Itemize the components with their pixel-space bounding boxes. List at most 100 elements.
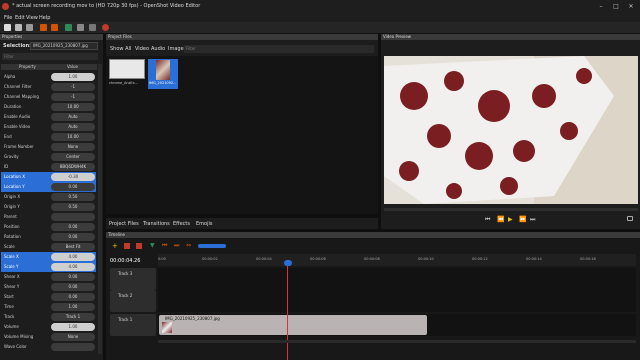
property-row[interactable]: Alpha 1.00 [1, 72, 96, 82]
property-value[interactable]: 1.00 [51, 323, 95, 331]
filter-video[interactable]: Video [135, 46, 149, 52]
import-files-icon[interactable] [65, 24, 72, 31]
property-row[interactable]: Location Y 0.00 [1, 182, 96, 192]
track-3-lane[interactable] [158, 268, 636, 290]
export-video-icon[interactable] [102, 24, 109, 31]
tab-project-files[interactable]: Project Files [109, 221, 139, 227]
file-thumbnail-chrome[interactable]: chrome_AnzEx... [109, 59, 145, 89]
property-value[interactable]: 10.00 [51, 103, 95, 111]
property-value[interactable]: None [51, 333, 95, 341]
property-value[interactable]: 0.00 [51, 283, 95, 291]
property-value[interactable]: Auto [51, 113, 95, 121]
property-row[interactable]: Enable Audio Auto [1, 112, 96, 122]
property-value[interactable]: 10.00 [51, 133, 95, 141]
property-row[interactable]: Scale X 4.00 [1, 252, 96, 262]
filter-audio[interactable]: Audio [151, 46, 165, 52]
add-marker-icon[interactable]: ▼ [150, 242, 155, 249]
property-row[interactable]: Wave Color [1, 342, 96, 352]
preview-scrub-bar[interactable] [384, 208, 638, 211]
property-value[interactable]: 0.00 [51, 273, 95, 281]
track-3-header[interactable]: Track 3 [110, 268, 156, 290]
new-project-icon[interactable] [4, 24, 11, 31]
property-value[interactable]: -1 [51, 83, 95, 91]
property-row[interactable]: Rotation 0.00 [1, 232, 96, 242]
property-value[interactable]: Track 1 [51, 313, 95, 321]
properties-filter-input[interactable]: Filter [2, 53, 98, 60]
property-value[interactable] [51, 213, 95, 221]
property-row[interactable]: Channel Mapping -1 [1, 92, 96, 102]
save-project-icon[interactable] [26, 24, 33, 31]
undo-icon[interactable] [40, 24, 47, 31]
property-value[interactable]: -1 [51, 93, 95, 101]
property-value[interactable]: Auto [51, 123, 95, 131]
properties-scrollbar[interactable] [98, 64, 102, 354]
property-row[interactable]: Parent [1, 212, 96, 222]
property-row[interactable]: Gravity Center [1, 152, 96, 162]
timeline-scrollbar[interactable] [158, 340, 636, 343]
menu-help[interactable]: Help [39, 15, 50, 21]
property-value[interactable]: 1.00 [51, 303, 95, 311]
property-value[interactable]: 0.50 [51, 203, 95, 211]
camera-icon[interactable] [627, 216, 633, 221]
fast-forward-icon[interactable]: ⏩ [519, 216, 526, 223]
jump-start-icon[interactable]: ⏮ [485, 216, 490, 224]
property-row[interactable]: Duration 10.00 [1, 102, 96, 112]
time-ruler[interactable]: 0:00 00:00:02 00:00:04 00:00:06 00:00:08… [158, 254, 636, 266]
property-value[interactable]: -0.30 [51, 173, 95, 181]
timeline-clip[interactable]: IMG_20210925_230807.jpg [159, 315, 427, 335]
property-row[interactable]: ID 8BQ6DWH4K [1, 162, 96, 172]
add-track-icon[interactable]: + [112, 242, 118, 250]
property-value[interactable]: Center [51, 153, 95, 161]
property-row[interactable]: Time 1.00 [1, 302, 96, 312]
snapping-icon[interactable] [124, 243, 130, 249]
razor-icon[interactable] [136, 243, 142, 249]
file-thumbnail-img[interactable]: IMG_2021092... [148, 59, 178, 89]
menu-edit[interactable]: Edit [15, 15, 25, 21]
open-project-icon[interactable] [15, 24, 22, 31]
zoom-slider[interactable] [198, 244, 226, 248]
filter-show-all[interactable]: Show All [110, 46, 131, 52]
rewind-icon[interactable]: ⏪ [497, 216, 504, 223]
property-value[interactable]: 0.50 [51, 193, 95, 201]
property-value[interactable]: Best Fit [51, 243, 95, 251]
previous-marker-icon[interactable]: ⏮ [162, 242, 167, 250]
track-2-lane[interactable] [158, 290, 636, 312]
track-2-header[interactable]: Track 2 [110, 290, 156, 312]
property-row[interactable]: Scale Y 4.00 [1, 262, 96, 272]
fullscreen-icon[interactable] [89, 24, 96, 31]
property-row[interactable]: Origin X 0.50 [1, 192, 96, 202]
property-row[interactable]: Shear X 0.00 [1, 272, 96, 282]
property-row[interactable]: Shear Y 0.00 [1, 282, 96, 292]
property-row[interactable]: Track Track 1 [1, 312, 96, 322]
property-row[interactable]: Origin Y 0.50 [1, 202, 96, 212]
property-value[interactable]: 8BQ6DWH4K [51, 163, 95, 171]
menu-view[interactable]: View [26, 15, 38, 21]
minimize-button[interactable]: – [597, 3, 605, 11]
property-value[interactable]: 0.00 [51, 233, 95, 241]
next-marker-icon[interactable]: ⏭ [174, 242, 179, 250]
property-value[interactable]: 0.00 [51, 223, 95, 231]
selection-dropdown[interactable]: IMG_20210925_230807.jpg [30, 42, 98, 50]
playhead-handle[interactable] [284, 260, 292, 266]
profile-icon[interactable] [77, 24, 84, 31]
files-filter-input[interactable]: Filter [184, 45, 374, 53]
property-value[interactable]: 4.00 [51, 263, 95, 271]
jump-end-icon[interactable]: ⏭ [530, 216, 535, 224]
tab-transitions[interactable]: Transitions [143, 221, 170, 227]
center-timeline-icon[interactable]: ⇔ [186, 242, 191, 249]
close-button[interactable]: ✕ [627, 3, 635, 11]
property-value[interactable]: 0.00 [51, 183, 95, 191]
track-1-header[interactable]: Track 1 [110, 314, 156, 336]
property-value[interactable]: None [51, 143, 95, 151]
property-row[interactable]: End 10.00 [1, 132, 96, 142]
property-value[interactable] [51, 343, 95, 351]
property-row[interactable]: Start 0.00 [1, 292, 96, 302]
property-value[interactable]: 1.00 [51, 73, 95, 81]
tab-emojis[interactable]: Emojis [196, 221, 212, 227]
property-row[interactable]: Scale Best Fit [1, 242, 96, 252]
property-row[interactable]: Location X -0.30 [1, 172, 96, 182]
property-value[interactable]: 0.00 [51, 293, 95, 301]
maximize-button[interactable]: □ [612, 3, 620, 11]
tab-effects[interactable]: Effects [173, 221, 190, 227]
property-row[interactable]: Frame Number None [1, 142, 96, 152]
